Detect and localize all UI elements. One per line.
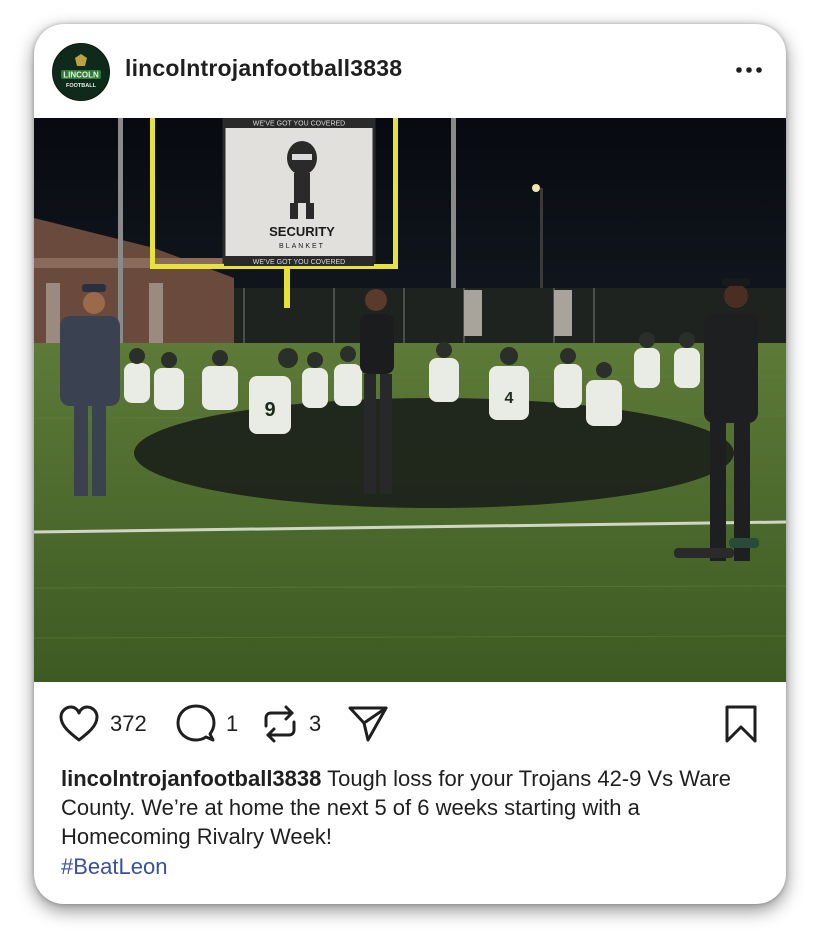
repost-button[interactable]: 3 <box>261 703 321 745</box>
football-team-photo: WE'VE GOT YOU COVERED SECURITY BLANKET W… <box>34 116 786 682</box>
caption-username[interactable]: lincolntrojanfootball3838 <box>61 766 321 791</box>
avatar[interactable]: LINCOLN FOOTBALL <box>52 43 110 101</box>
repost-icon <box>264 705 296 743</box>
like-button[interactable]: 372 <box>58 703 147 745</box>
comment-button[interactable]: 1 <box>176 703 238 745</box>
banner-bottom-text: WE'VE GOT YOU COVERED <box>253 259 345 266</box>
repost-count: 3 <box>309 711 322 736</box>
post-card: LINCOLN FOOTBALL lincolntrojanfootball38… <box>34 24 786 904</box>
more-options-icon[interactable] <box>734 58 764 82</box>
comment-count: 1 <box>226 711 239 736</box>
send-icon <box>348 706 388 742</box>
svg-text:FOOTBALL: FOOTBALL <box>66 83 97 89</box>
banner-subtitle-text: BLANKET <box>279 243 325 250</box>
post-actions: 372 1 3 <box>34 682 786 766</box>
svg-text:4: 4 <box>505 390 514 407</box>
share-button[interactable] <box>348 703 388 745</box>
bookmark-icon <box>725 705 757 743</box>
post-photo[interactable]: WE'VE GOT YOU COVERED SECURITY BLANKET W… <box>34 116 786 682</box>
caption-hashtag[interactable]: #BeatLeon <box>61 854 167 880</box>
save-button[interactable] <box>724 703 758 745</box>
lincoln-logo-icon: LINCOLN FOOTBALL <box>53 44 109 100</box>
banner-title-text: SECURITY <box>269 224 335 239</box>
svg-text:LINCOLN: LINCOLN <box>63 71 99 80</box>
svg-text:9: 9 <box>264 399 275 421</box>
post-header: LINCOLN FOOTBALL lincolntrojanfootball38… <box>34 24 786 118</box>
banner-top-text: WE'VE GOT YOU COVERED <box>253 121 345 128</box>
like-count: 372 <box>110 711 147 736</box>
post-caption: lincolntrojanfootball3838 Tough loss for… <box>61 764 761 851</box>
comment-icon <box>176 704 216 742</box>
heart-icon <box>59 705 99 742</box>
post-username[interactable]: lincolntrojanfootball3838 <box>125 55 402 82</box>
